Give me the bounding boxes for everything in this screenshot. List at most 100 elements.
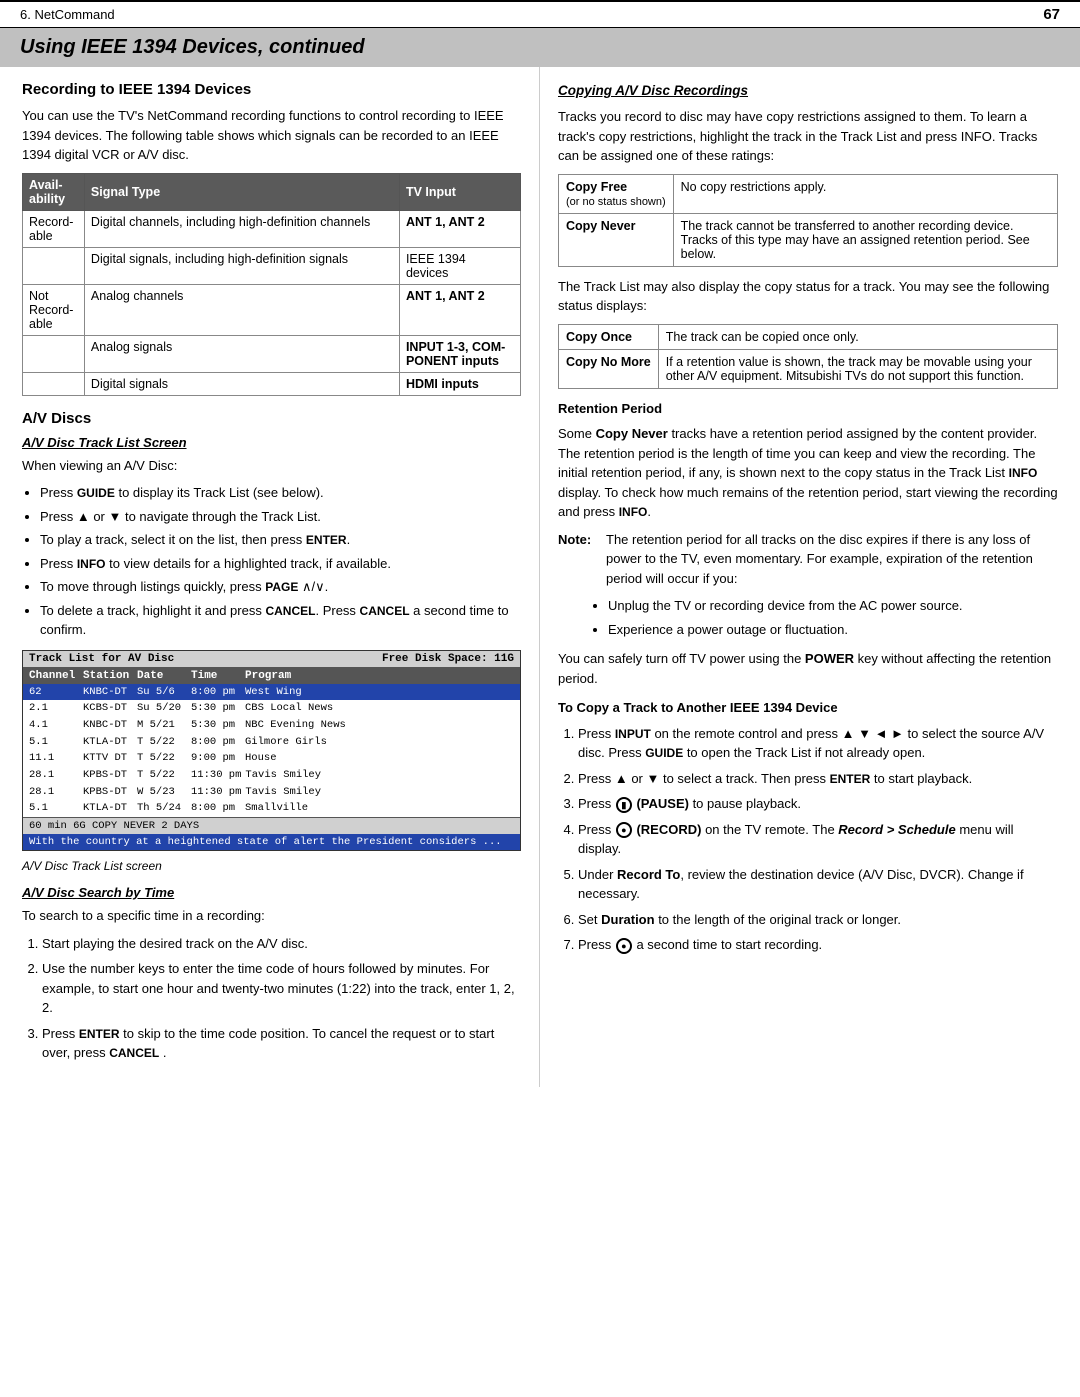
section-title-bar: Using IEEE 1394 Devices, continued xyxy=(0,28,1080,67)
table-col-avail: Avail-ability xyxy=(23,173,85,210)
table-row: Copy Free(or no status shown)No copy res… xyxy=(559,174,1058,213)
note-bullets: Unplug the TV or recording device from t… xyxy=(608,596,1058,639)
signal-cell: Analog channels xyxy=(84,284,399,335)
col-station: Station xyxy=(83,670,133,682)
left-column: Recording to IEEE 1394 Devices You can u… xyxy=(0,67,540,1087)
list-item: Press ▮ (PAUSE) to pause playback. xyxy=(578,794,1058,814)
list-item: Press ▲ or ▼ to navigate through the Tra… xyxy=(40,507,521,527)
list-item: Press ▲ or ▼ to select a track. Then pre… xyxy=(578,769,1058,789)
avail-cell: Record- able xyxy=(23,210,85,247)
copying-heading: Copying A/V Disc Recordings xyxy=(558,81,1058,101)
track-row: 28.1KPBS-DTT 5/2211:30 pmTavis Smiley xyxy=(23,767,520,784)
table-col-signal: Signal Type xyxy=(84,173,399,210)
avail-cell xyxy=(23,247,85,284)
table-row: Not Record- ableAnalog channelsANT 1, AN… xyxy=(23,284,521,335)
note-label: Note: xyxy=(558,530,598,589)
track-row: 4.1KNBC-DTM 5/215:30 pmNBC Evening News xyxy=(23,717,520,734)
track-list-screenshot: Track List for AV Disc Free Disk Space: … xyxy=(22,650,521,852)
table-col-tvinput: TV Input xyxy=(399,173,520,210)
list-item: Experience a power outage or fluctuation… xyxy=(608,620,1058,640)
copy-label-cell: Copy Never xyxy=(559,213,674,266)
list-item: Set Duration to the length of the origin… xyxy=(578,910,1058,930)
col-time: Time xyxy=(191,670,241,682)
search-heading: A/V Disc Search by Time xyxy=(22,885,521,900)
tvinput-cell: INPUT 1-3, COM-PONENT inputs xyxy=(399,335,520,372)
col-channel: Channel xyxy=(29,670,79,682)
track-list-bullets: Press GUIDE to display its Track List (s… xyxy=(40,483,521,640)
table-row: Digital signalsHDMI inputs xyxy=(23,372,521,395)
main-content: Recording to IEEE 1394 Devices You can u… xyxy=(0,67,1080,1087)
copy-status-table: Copy OnceThe track can be copied once on… xyxy=(558,324,1058,389)
availability-table: Avail-ability Signal Type TV Input Recor… xyxy=(22,173,521,396)
list-item: Press ● (RECORD) on the TV remote. The R… xyxy=(578,820,1058,859)
track-list-heading: A/V Disc Track List Screen xyxy=(22,435,521,450)
search-steps: Start playing the desired track on the A… xyxy=(42,934,521,1063)
list-item: Press INFO to view details for a highlig… xyxy=(40,554,521,574)
note-block: Note: The retention period for all track… xyxy=(558,530,1058,589)
list-item: To play a track, select it on the list, … xyxy=(40,530,521,550)
track-row: 11.1KTTV DTT 5/229:00 pmHouse xyxy=(23,750,520,767)
avail-cell: Not Record- able xyxy=(23,284,85,335)
copy-status-label: Copy Once xyxy=(559,324,659,349)
recording-intro: You can use the TV's NetCommand recordin… xyxy=(22,106,521,165)
page-number: 67 xyxy=(1043,6,1060,23)
right-column: Copying A/V Disc Recordings Tracks you r… xyxy=(540,67,1080,1087)
header-title: 6. NetCommand xyxy=(20,7,115,22)
note-footer: You can safely turn off TV power using t… xyxy=(558,649,1058,688)
table-row: Copy OnceThe track can be copied once on… xyxy=(559,324,1058,349)
track-list-header: Track List for AV Disc Free Disk Space: … xyxy=(23,651,520,668)
track-row: 62KNBC-DTSu 5/68:00 pmWest Wing xyxy=(23,684,520,701)
list-item: Press ● a second time to start recording… xyxy=(578,935,1058,955)
retention-text: Some Copy Never tracks have a retention … xyxy=(558,424,1058,522)
track-list-intro: When viewing an A/V Disc: xyxy=(22,456,521,476)
copy-device-heading: To Copy a Track to Another IEEE 1394 Dev… xyxy=(558,698,1058,718)
copy-status-desc: The track can be copied once only. xyxy=(658,324,1057,349)
table-row: Analog signalsINPUT 1-3, COM-PONENT inpu… xyxy=(23,335,521,372)
copy-label-cell: Copy Free(or no status shown) xyxy=(559,174,674,213)
tvinput-cell: ANT 1, ANT 2 xyxy=(399,210,520,247)
list-item: To delete a track, highlight it and pres… xyxy=(40,601,521,640)
table-row: Copy No MoreIf a retention value is show… xyxy=(559,349,1058,388)
track-list-rows: 62KNBC-DTSu 5/68:00 pmWest Wing2.1KCBS-D… xyxy=(23,684,520,818)
table-row: Digital signals, including high-definiti… xyxy=(23,247,521,284)
signal-cell: Digital signals xyxy=(84,372,399,395)
signal-cell: Digital signals, including high-definiti… xyxy=(84,247,399,284)
list-item: Unplug the TV or recording device from t… xyxy=(608,596,1058,616)
list-item: Press ENTER to skip to the time code pos… xyxy=(42,1024,521,1063)
copy-restrictions-table: Copy Free(or no status shown)No copy res… xyxy=(558,174,1058,267)
table-row: Copy NeverThe track cannot be transferre… xyxy=(559,213,1058,266)
tvinput-cell: HDMI inputs xyxy=(399,372,520,395)
track-row: 2.1KCBS-DTSu 5/205:30 pmCBS Local News xyxy=(23,700,520,717)
copy-status-desc: If a retention value is shown, the track… xyxy=(658,349,1057,388)
search-intro: To search to a specific time in a record… xyxy=(22,906,521,926)
avail-cell xyxy=(23,335,85,372)
av-discs-heading: A/V Discs xyxy=(22,410,521,427)
track-list-columns: Channel Station Date Time Program xyxy=(23,668,520,684)
copy-status-intro: The Track List may also display the copy… xyxy=(558,277,1058,316)
track-list-disk-space: Free Disk Space: 11G xyxy=(382,653,514,665)
copy-status-label: Copy No More xyxy=(559,349,659,388)
track-row: 28.1KPBS-DTW 5/2311:30 pmTavis Smiley xyxy=(23,784,520,801)
tvinput-cell: IEEE 1394 devices xyxy=(399,247,520,284)
track-row: 5.1KTLA-DTT 5/228:00 pmGilmore Girls xyxy=(23,734,520,751)
signal-cell: Analog signals xyxy=(84,335,399,372)
list-item: Press INPUT on the remote control and pr… xyxy=(578,724,1058,763)
list-item: Use the number keys to enter the time co… xyxy=(42,959,521,1018)
col-program: Program xyxy=(245,670,514,682)
track-list-footer: 60 min 6G COPY NEVER 2 DAYS xyxy=(23,817,520,834)
track-list-footer2: With the country at a heightened state o… xyxy=(23,834,520,850)
tvinput-cell: ANT 1, ANT 2 xyxy=(399,284,520,335)
copy-device-steps: Press INPUT on the remote control and pr… xyxy=(578,724,1058,955)
signal-cell: Digital channels, including high-definit… xyxy=(84,210,399,247)
copy-desc-cell: The track cannot be transferred to anoth… xyxy=(673,213,1057,266)
list-item: Start playing the desired track on the A… xyxy=(42,934,521,954)
recording-heading: Recording to IEEE 1394 Devices xyxy=(22,81,521,98)
retention-heading: Retention Period xyxy=(558,399,1058,419)
list-item: Under Record To, review the destination … xyxy=(578,865,1058,904)
copying-intro: Tracks you record to disc may have copy … xyxy=(558,107,1058,166)
list-item: Press GUIDE to display its Track List (s… xyxy=(40,483,521,503)
page-header: 6. NetCommand 67 xyxy=(0,0,1080,28)
track-list-title: Track List for AV Disc xyxy=(29,653,174,665)
section-title: Using IEEE 1394 Devices, continued xyxy=(20,36,1060,59)
col-date: Date xyxy=(137,670,187,682)
